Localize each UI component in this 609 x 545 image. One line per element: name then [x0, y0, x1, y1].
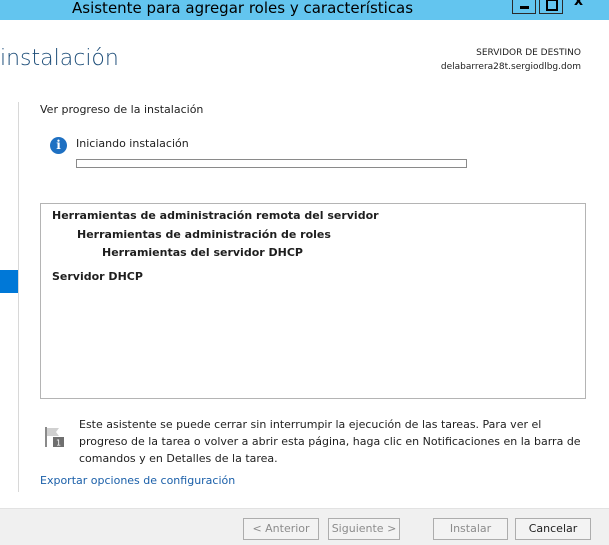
list-item: Herramientas de administración de roles [77, 228, 331, 241]
installation-status-text: Iniciando instalación [76, 137, 189, 150]
window-title: Asistente para agregar roles y caracterí… [72, 0, 414, 17]
close-icon: x [574, 0, 584, 9]
notification-flag-icon: 1 [44, 426, 66, 448]
title-bar: Asistente para agregar roles y caracterí… [0, 0, 609, 20]
export-configuration-link[interactable]: Exportar opciones de configuración [40, 474, 235, 487]
wizard-nav-current-step-marker [0, 270, 18, 293]
progress-section-label: Ver progreso de la instalación [40, 103, 204, 116]
wizard-close-note: Este asistente se puede cerrar sin inter… [79, 418, 581, 465]
installation-results-list: Herramientas de administración remota de… [40, 203, 586, 399]
destination-server-name: delabarrera28t.sergiodlbg.dom [440, 62, 581, 72]
installation-progress-bar [76, 159, 467, 168]
list-item: Servidor DHCP [52, 270, 143, 283]
install-button[interactable]: Instalar [433, 518, 508, 540]
close-button[interactable]: x [564, 0, 609, 14]
info-icon: i [50, 137, 67, 154]
next-button[interactable]: Siguiente > [328, 518, 400, 540]
list-item: Herramientas del servidor DHCP [102, 246, 303, 259]
page-title: instalación [0, 46, 119, 71]
list-item: Herramientas de administración remota de… [52, 209, 379, 222]
destination-server-label: SERVIDOR DE DESTINO [476, 48, 581, 58]
minimize-button[interactable] [512, 0, 536, 14]
cancel-button[interactable]: Cancelar [515, 518, 591, 540]
notification-badge: 1 [56, 439, 61, 448]
maximize-button[interactable] [539, 0, 563, 14]
wizard-nav-divider [18, 102, 19, 492]
previous-button[interactable]: < Anterior [243, 518, 319, 540]
